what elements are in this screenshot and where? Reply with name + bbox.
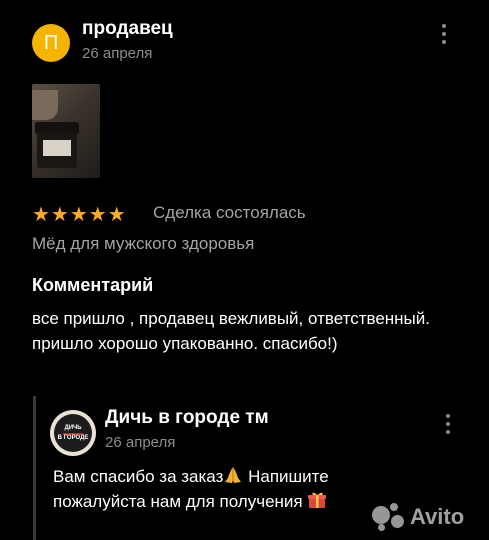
review-date: 26 апреля	[82, 45, 153, 62]
comment-text: все пришло , продавец вежливый, ответств…	[32, 309, 430, 353]
product-title[interactable]: Мёд для мужского здоровья	[32, 234, 254, 254]
avito-logo-icon	[372, 503, 406, 531]
more-options-icon[interactable]	[434, 24, 454, 46]
author-name[interactable]: продавец	[82, 18, 173, 40]
photo-finger	[32, 90, 58, 120]
reply-more-options-icon[interactable]	[438, 414, 458, 436]
reply-date: 26 апреля	[105, 434, 176, 451]
reply-thread-line	[33, 396, 36, 540]
seller-logo-text-1: ДИЧЬ	[64, 424, 82, 431]
seller-name[interactable]: Дичь в городе тм	[105, 407, 269, 429]
avito-watermark: Avito	[372, 503, 464, 531]
reply-text-line-1: Вам спасибо за заказ	[53, 467, 224, 486]
author-avatar[interactable]: П	[32, 24, 70, 62]
avito-watermark-text: Avito	[410, 504, 465, 529]
photo-jar-label	[43, 140, 71, 156]
reply-text-line-1-tail: Напишите	[243, 467, 329, 486]
comment-heading: Комментарий	[32, 275, 154, 295]
review-photo[interactable]	[32, 84, 100, 178]
reply-text-line-2: пожалуйста нам для получения	[53, 492, 308, 511]
rating-stars: ★★★★★	[32, 204, 127, 226]
deal-status: Сделка состоялась	[153, 203, 306, 222]
seller-avatar[interactable]: ДИЧЬ В ГОРОДЕ	[50, 410, 96, 456]
seller-logo-text-2: В ГОРОДЕ	[57, 434, 89, 441]
reply-text: Вам спасибо за заказ Напишите пожалуйста…	[53, 464, 413, 514]
gift-emoji	[308, 492, 327, 508]
praying-hands-emoji	[225, 467, 242, 483]
